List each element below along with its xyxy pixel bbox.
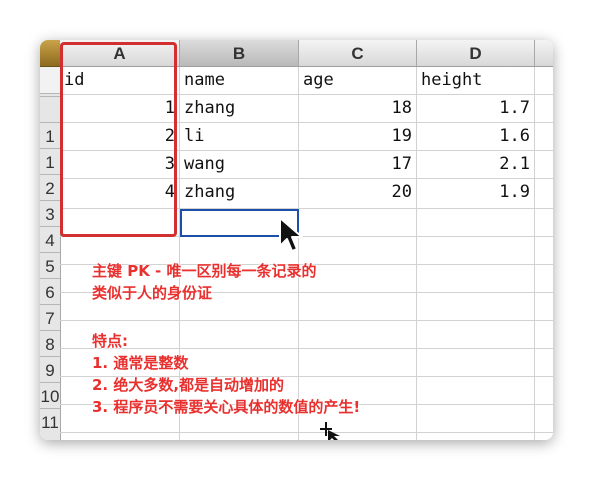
cell-b-row3[interactable]: wang: [180, 151, 299, 179]
empty-cell[interactable]: [535, 433, 553, 440]
cell-c-row1[interactable]: 18: [299, 95, 417, 123]
cell-c-row2[interactable]: 19: [299, 123, 417, 151]
cell-b-row2[interactable]: li: [180, 123, 299, 151]
empty-cell[interactable]: [535, 349, 553, 377]
row-header-4[interactable]: 4: [40, 226, 60, 252]
crosshair-cursor-icon: [320, 422, 340, 440]
row-header-gap: [40, 67, 60, 94]
annotation-point3: 3. 程序员不需要关心具体的数值的产生!: [92, 398, 361, 416]
row-header-7[interactable]: 7: [40, 304, 60, 330]
empty-cell[interactable]: [180, 321, 299, 349]
row-header-8[interactable]: 8: [40, 330, 60, 356]
app-icon: [40, 40, 60, 67]
empty-cell[interactable]: [417, 237, 535, 265]
cell-e-row2[interactable]: [535, 123, 553, 151]
cell-b-row4[interactable]: zhang: [180, 179, 299, 209]
cell-d-row3[interactable]: 2.1: [417, 151, 535, 179]
cell-c-row3[interactable]: 17: [299, 151, 417, 179]
row-header-0[interactable]: [40, 96, 60, 106]
cell-c-row4[interactable]: 20: [299, 179, 417, 209]
row-header-3[interactable]: 3: [40, 200, 60, 226]
cell-a-header[interactable]: id: [60, 67, 180, 95]
annotation-point1: 1. 通常是整数: [92, 354, 189, 372]
empty-cell[interactable]: [299, 237, 417, 265]
empty-cell[interactable]: [417, 209, 535, 237]
empty-cell[interactable]: [535, 293, 553, 321]
row-header-1[interactable]: 1: [40, 148, 60, 174]
row-header-1a[interactable]: 1: [40, 122, 60, 148]
empty-cell[interactable]: [417, 321, 535, 349]
empty-cell[interactable]: [180, 433, 299, 440]
cell-a-row4[interactable]: 4: [60, 179, 180, 209]
row-header-2[interactable]: 2: [40, 174, 60, 200]
cell-d-row1[interactable]: 1.7: [417, 95, 535, 123]
cell-e-row3[interactable]: [535, 151, 553, 179]
cell-e-header[interactable]: [535, 67, 553, 95]
row-header-9[interactable]: 9: [40, 356, 60, 382]
cell-d-row4[interactable]: 1.9: [417, 179, 535, 209]
empty-cell[interactable]: [180, 349, 299, 377]
empty-cell[interactable]: [60, 209, 180, 237]
empty-cell[interactable]: [535, 209, 553, 237]
empty-cell[interactable]: [299, 321, 417, 349]
cell-e-row1[interactable]: [535, 95, 553, 123]
column-header-d[interactable]: D: [417, 40, 535, 66]
empty-cell[interactable]: [535, 237, 553, 265]
empty-cell[interactable]: [535, 321, 553, 349]
row-header-column: 1 1 2 3 4 5 6 7 8 9 10 11: [40, 40, 61, 440]
cell-a-row1[interactable]: 1: [60, 95, 180, 123]
empty-cell[interactable]: [299, 433, 417, 440]
row-header-5[interactable]: 5: [40, 252, 60, 278]
empty-cell[interactable]: [417, 433, 535, 440]
empty-cell[interactable]: [535, 405, 553, 433]
spreadsheet-area: 1 1 2 3 4 5 6 7 8 9 10 11 A B C D id nam…: [40, 40, 553, 440]
annotation-features-title: 特点:: [92, 332, 128, 350]
cell-a-row3[interactable]: 3: [60, 151, 180, 179]
empty-cell[interactable]: [417, 405, 535, 433]
empty-cell[interactable]: [417, 349, 535, 377]
empty-cell[interactable]: [417, 377, 535, 405]
row-header-10[interactable]: 10: [40, 382, 60, 408]
empty-cell[interactable]: [60, 433, 180, 440]
cell-e-row4[interactable]: [535, 179, 553, 209]
empty-cell[interactable]: [417, 265, 535, 293]
annotation-line1: 主键 PK - 唯一区别每一条记录的: [92, 262, 317, 280]
column-header-bar: A B C D: [60, 40, 553, 67]
annotation-line2: 类似于人的身份证: [92, 284, 213, 302]
empty-cell[interactable]: [299, 209, 417, 237]
cell-b-header[interactable]: name: [180, 67, 299, 95]
empty-cell[interactable]: [299, 293, 417, 321]
column-header-c[interactable]: C: [299, 40, 417, 66]
cell-c-header[interactable]: age: [299, 67, 417, 95]
cell-d-header[interactable]: height: [417, 67, 535, 95]
cell-a-row2[interactable]: 2: [60, 123, 180, 151]
empty-cell[interactable]: [299, 349, 417, 377]
column-header-a[interactable]: A: [60, 40, 180, 66]
row-header-6[interactable]: 6: [40, 278, 60, 304]
arrow-cursor-icon: [279, 217, 303, 252]
spreadsheet-window: 1 1 2 3 4 5 6 7 8 9 10 11 A B C D id nam…: [40, 40, 553, 440]
cell-d-row2[interactable]: 1.6: [417, 123, 535, 151]
empty-cell[interactable]: [417, 293, 535, 321]
cell-b-row1[interactable]: zhang: [180, 95, 299, 123]
empty-cell[interactable]: [535, 265, 553, 293]
row-header-11[interactable]: 11: [40, 408, 60, 434]
annotation-point2: 2. 绝大多数,都是自动增加的: [92, 376, 285, 394]
empty-cell[interactable]: [535, 377, 553, 405]
column-header-b[interactable]: B: [180, 40, 299, 66]
